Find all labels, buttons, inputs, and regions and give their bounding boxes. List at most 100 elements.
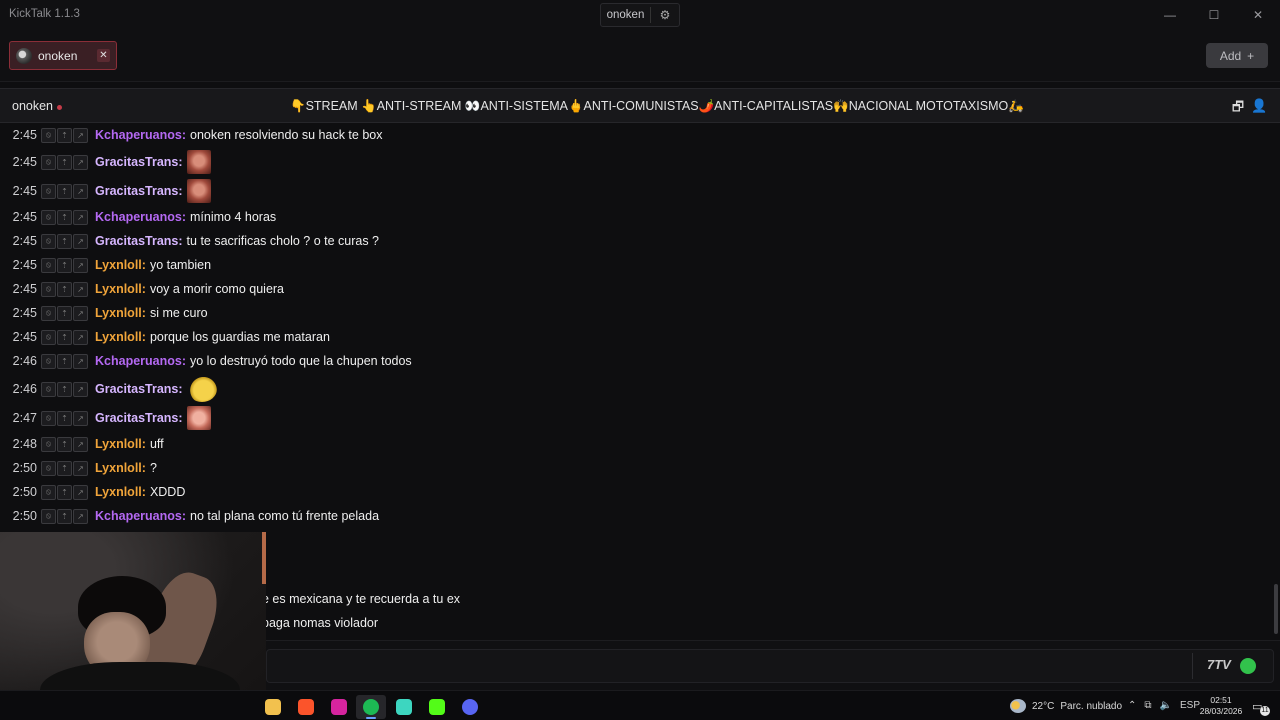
timeout-icon[interactable]: ⦸ xyxy=(41,257,56,273)
reply-icon[interactable]: ↗ xyxy=(73,127,88,143)
pin-icon[interactable]: ⇡ xyxy=(57,508,72,524)
timeout-icon[interactable]: ⦸ xyxy=(41,460,56,476)
timeout-icon[interactable]: ⦸ xyxy=(41,233,56,249)
pin-icon[interactable]: ⇡ xyxy=(57,127,72,143)
network-icon[interactable]: ⧉ xyxy=(1144,700,1151,711)
maximize-icon[interactable]: ☐ xyxy=(1192,0,1236,30)
reply-icon[interactable]: ↗ xyxy=(73,353,88,369)
timeout-icon[interactable]: ⦸ xyxy=(41,281,56,297)
reply-icon[interactable]: ↗ xyxy=(73,484,88,500)
discord-icon[interactable] xyxy=(455,695,485,719)
message-username[interactable]: Kchaperuanos: xyxy=(95,354,186,368)
message-username[interactable]: GracitasTrans: xyxy=(95,184,183,198)
reply-icon[interactable]: ↗ xyxy=(73,410,88,426)
reply-icon[interactable]: ↗ xyxy=(73,209,88,225)
channel-switcher[interactable]: onoken ⚙ xyxy=(600,3,680,27)
chevron-up-icon[interactable]: ⌃ xyxy=(1128,700,1136,711)
emote-icon[interactable] xyxy=(186,150,211,174)
timeout-icon[interactable]: ⦸ xyxy=(41,154,56,170)
popout-icon[interactable]: 🗗 xyxy=(1230,98,1246,114)
reply-icon[interactable]: ↗ xyxy=(73,436,88,452)
message-username[interactable]: Lyxnloll: xyxy=(95,437,146,451)
gear-icon[interactable]: ⚙ xyxy=(651,8,679,22)
twitch-icon[interactable] xyxy=(389,695,419,719)
pin-icon[interactable]: ⇡ xyxy=(57,281,72,297)
timeout-icon[interactable]: ⦸ xyxy=(41,410,56,426)
chat-scrollbar[interactable] xyxy=(1274,584,1278,634)
pin-icon[interactable]: ⇡ xyxy=(57,381,72,397)
timeout-icon[interactable]: ⦸ xyxy=(41,183,56,199)
reply-icon[interactable]: ↗ xyxy=(73,305,88,321)
spotify-icon[interactable] xyxy=(356,695,386,719)
pin-icon[interactable]: ⇡ xyxy=(57,329,72,345)
message-username[interactable]: GracitasTrans: xyxy=(95,155,183,169)
channel-header: onoken 👇STREAM 👆ANTI-STREAM 👀ANTI-SISTEM… xyxy=(0,88,1280,123)
close-icon[interactable]: ✕ xyxy=(1236,0,1280,30)
pin-icon[interactable]: ⇡ xyxy=(57,353,72,369)
message-username[interactable]: Kchaperuanos: xyxy=(95,509,186,523)
channel-name[interactable]: onoken xyxy=(12,99,53,113)
instagram-icon[interactable] xyxy=(324,695,354,719)
pin-icon[interactable]: ⇡ xyxy=(57,305,72,321)
pin-icon[interactable]: ⇡ xyxy=(57,410,72,426)
pin-icon[interactable]: ⇡ xyxy=(57,154,72,170)
message-username[interactable]: Kchaperuanos: xyxy=(95,210,186,224)
timeout-icon[interactable]: ⦸ xyxy=(41,127,56,143)
message-username[interactable]: Lyxnloll: xyxy=(95,306,146,320)
emote-icon[interactable] xyxy=(186,406,211,430)
reply-icon[interactable]: ↗ xyxy=(73,329,88,345)
pin-icon[interactable]: ⇡ xyxy=(57,436,72,452)
kick-emote-icon[interactable] xyxy=(1240,658,1256,674)
pin-icon[interactable]: ⇡ xyxy=(57,460,72,476)
reply-icon[interactable]: ↗ xyxy=(73,460,88,476)
timeout-icon[interactable]: ⦸ xyxy=(41,353,56,369)
emote-icon[interactable] xyxy=(186,179,211,203)
reply-icon[interactable]: ↗ xyxy=(73,281,88,297)
clock[interactable]: 02:51 28/03/2026 xyxy=(1198,695,1244,717)
message-username[interactable]: Lyxnloll: xyxy=(95,258,146,272)
reply-icon[interactable]: ↗ xyxy=(73,257,88,273)
emote-icon[interactable] xyxy=(186,376,217,402)
message-username[interactable]: Lyxnloll: xyxy=(95,485,146,499)
volume-icon[interactable]: 🔈 xyxy=(1160,700,1172,711)
reply-icon[interactable]: ↗ xyxy=(73,183,88,199)
message-username[interactable]: Lyxnloll: xyxy=(95,461,146,475)
user-icon[interactable]: 👤 xyxy=(1251,98,1267,114)
timeout-icon[interactable]: ⦸ xyxy=(41,381,56,397)
file-explorer-icon[interactable] xyxy=(258,695,288,719)
channel-tab-onoken[interactable]: onoken ✕ xyxy=(9,41,117,70)
chat-message: 2:45 ⦸ ⇡ ↗ GracitasTrans: xyxy=(0,177,211,205)
pin-icon[interactable]: ⇡ xyxy=(57,257,72,273)
timeout-icon[interactable]: ⦸ xyxy=(41,329,56,345)
chat-input[interactable] xyxy=(266,649,1274,683)
message-username[interactable]: Lyxnloll: xyxy=(95,282,146,296)
add-channel-button[interactable]: Add + xyxy=(1206,43,1268,68)
brave-icon[interactable] xyxy=(291,695,321,719)
message-username[interactable]: GracitasTrans: xyxy=(95,234,183,248)
timeout-icon[interactable]: ⦸ xyxy=(41,484,56,500)
reply-icon[interactable]: ↗ xyxy=(73,508,88,524)
minimize-icon[interactable]: — xyxy=(1148,0,1192,30)
message-username[interactable]: GracitasTrans: xyxy=(95,382,183,396)
mod-actions: ⦸ ⇡ ↗ xyxy=(41,329,88,345)
language-indicator[interactable]: ESP xyxy=(1180,700,1200,711)
reply-icon[interactable]: ↗ xyxy=(73,381,88,397)
message-username[interactable]: GracitasTrans: xyxy=(95,411,183,425)
7tv-icon[interactable]: 7TV xyxy=(1207,657,1231,672)
pin-icon[interactable]: ⇡ xyxy=(57,233,72,249)
close-tab-icon[interactable]: ✕ xyxy=(97,49,110,62)
timeout-icon[interactable]: ⦸ xyxy=(41,436,56,452)
message-username[interactable]: Lyxnloll: xyxy=(95,330,146,344)
timeout-icon[interactable]: ⦸ xyxy=(41,305,56,321)
message-timestamp: 2:45 xyxy=(12,234,37,248)
reply-icon[interactable]: ↗ xyxy=(73,233,88,249)
weather-widget[interactable]: 22°C Parc. nublado xyxy=(1010,699,1122,713)
message-username[interactable]: Kchaperuanos: xyxy=(95,128,186,142)
timeout-icon[interactable]: ⦸ xyxy=(41,508,56,524)
pin-icon[interactable]: ⇡ xyxy=(57,183,72,199)
timeout-icon[interactable]: ⦸ xyxy=(41,209,56,225)
pin-icon[interactable]: ⇡ xyxy=(57,484,72,500)
pin-icon[interactable]: ⇡ xyxy=(57,209,72,225)
kick-icon[interactable] xyxy=(422,695,452,719)
reply-icon[interactable]: ↗ xyxy=(73,154,88,170)
